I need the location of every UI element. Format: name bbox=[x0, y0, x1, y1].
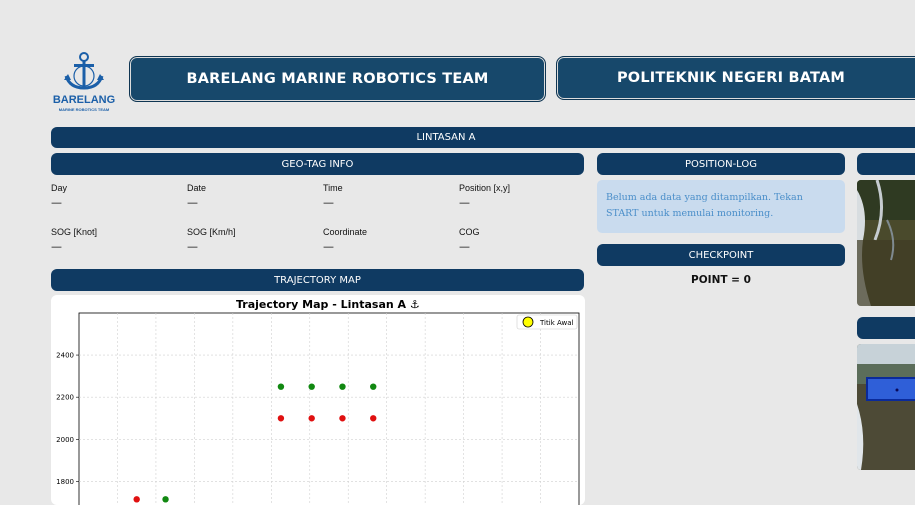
field-time-value: — bbox=[323, 196, 334, 209]
y-axis-ticks: 1800 2000 2200 2400 bbox=[56, 352, 79, 486]
camera-2-feed bbox=[857, 344, 915, 470]
red-marker-point bbox=[339, 415, 346, 422]
position-log-title: POSITION-LOG bbox=[684, 158, 758, 170]
red-marker-point bbox=[308, 415, 315, 422]
camera-1-feed bbox=[857, 180, 915, 306]
geotag-title-bar: GEO-TAG INFO bbox=[51, 153, 584, 175]
logo-text: BARELANG bbox=[52, 94, 116, 106]
trajectory-title: TRAJECTORY MAP bbox=[274, 274, 361, 286]
camera-1-title-bar bbox=[857, 153, 915, 175]
chart-points bbox=[133, 383, 377, 503]
field-sog-knot-value: — bbox=[51, 240, 62, 253]
field-position-value: — bbox=[459, 196, 470, 209]
field-coordinate-label: Coordinate bbox=[323, 227, 368, 237]
geotag-title: GEO-TAG INFO bbox=[281, 158, 354, 170]
y-tick-label: 2400 bbox=[56, 352, 74, 360]
legend-label-start: Titik Awal bbox=[539, 319, 573, 327]
chart-legend: Titik Awal bbox=[516, 314, 578, 330]
camera-2-title-bar bbox=[857, 317, 915, 339]
track-title: LINTASAN A bbox=[416, 132, 476, 143]
red-marker-point bbox=[133, 496, 140, 503]
track-title-bar: LINTASAN A bbox=[51, 127, 915, 148]
field-day-value: — bbox=[51, 196, 62, 209]
field-date-value: — bbox=[187, 196, 198, 209]
green-marker-point bbox=[339, 383, 346, 390]
field-time-label: Time bbox=[323, 183, 343, 193]
field-sog-kmh-label: SOG [Km/h] bbox=[187, 227, 236, 237]
y-tick-label: 2200 bbox=[56, 394, 74, 402]
checkpoint-title-bar: CHECKPOINT bbox=[597, 244, 845, 266]
plot-frame bbox=[78, 312, 580, 505]
checkpoint-point: POINT = 0 bbox=[691, 274, 751, 286]
field-sog-kmh-value: — bbox=[187, 240, 198, 253]
camera-1-image bbox=[857, 180, 915, 306]
trajectory-title-bar: TRAJECTORY MAP bbox=[51, 269, 584, 291]
field-day-label: Day bbox=[51, 183, 68, 193]
field-cog-value: — bbox=[459, 240, 470, 253]
trajectory-chart[interactable]: Trajectory Map - Lintasan A ⚓ 1800 2000 22… bbox=[51, 295, 585, 505]
trajectory-chart-card: Trajectory Map - Lintasan A ⚓ 1800 2000 22… bbox=[51, 295, 585, 505]
camera-2-image bbox=[857, 344, 915, 470]
red-marker-point bbox=[277, 415, 285, 422]
geotag-fields: Day — Date — Time — Position [x,y] — SOG… bbox=[51, 180, 591, 260]
y-tick-label: 2000 bbox=[56, 436, 74, 444]
chart-grid bbox=[79, 313, 579, 505]
checkpoint-title: CHECKPOINT bbox=[688, 249, 754, 261]
field-sog-knot-label: SOG [Knot] bbox=[51, 227, 98, 237]
y-tick-label: 1800 bbox=[56, 478, 74, 486]
field-date-label: Date bbox=[187, 183, 207, 193]
team-logo: BARELANG MARINE ROBOTICS TEAM bbox=[53, 50, 115, 114]
team-title: BARELANG MARINE ROBOTICS TEAM bbox=[129, 56, 546, 102]
field-coordinate-value: — bbox=[323, 240, 334, 253]
chart-title: Trajectory Map - Lintasan A ⚓ bbox=[236, 298, 420, 311]
green-marker-point bbox=[308, 383, 315, 390]
green-marker-point bbox=[162, 496, 169, 503]
green-marker-point bbox=[370, 383, 377, 390]
logo-subtext: MARINE ROBOTICS TEAM bbox=[58, 107, 110, 112]
green-marker-point bbox=[277, 383, 285, 390]
legend-marker-start bbox=[522, 316, 534, 328]
red-marker-point bbox=[370, 415, 377, 422]
field-cog-label: COG bbox=[459, 227, 480, 237]
position-log-message: Belum ada data yang ditampilkan. Tekan S… bbox=[597, 180, 845, 233]
field-position-label: Position [x,y] bbox=[459, 183, 511, 193]
position-log-title-bar: POSITION-LOG bbox=[597, 153, 845, 175]
institution-title: POLITEKNIK NEGERI BATAM bbox=[556, 56, 915, 100]
